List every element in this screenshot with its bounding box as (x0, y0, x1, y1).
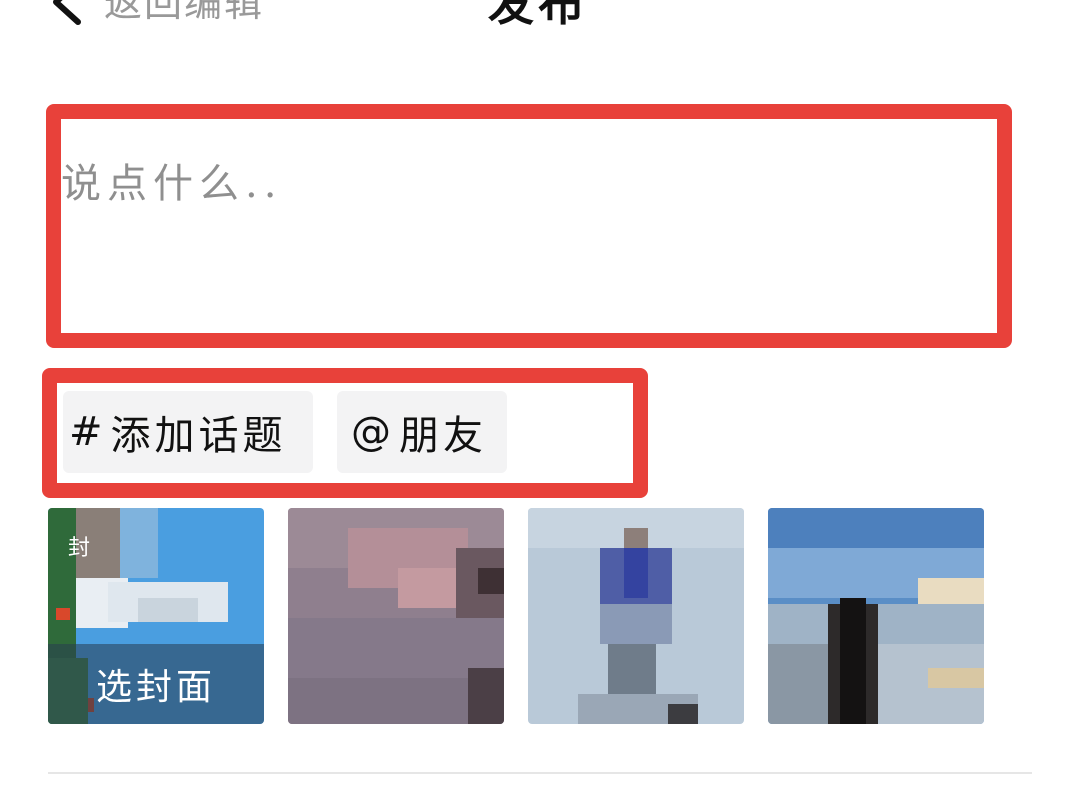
thumbnail-cover[interactable]: 封 选封面 (48, 508, 264, 724)
thumbnail[interactable] (768, 508, 984, 724)
post-text-placeholder: 说点什么.. (61, 161, 283, 207)
thumbnail-image (768, 508, 984, 724)
select-cover-label: 选封面 (95, 667, 216, 708)
page-title: 发布 (488, 0, 588, 31)
thumbnail-image (528, 508, 744, 724)
select-cover-button[interactable]: 选封面 (48, 644, 264, 724)
thumbnail-image (288, 508, 504, 724)
add-topic-chip[interactable]: # 添加话题 (63, 391, 313, 473)
post-text-highlight: 说点什么.. (46, 104, 1012, 348)
chevron-left-icon (53, 0, 81, 25)
mention-friend-label: 朋友 (399, 413, 487, 459)
back-label: 返回编辑 (104, 0, 265, 25)
post-text-input[interactable]: 说点什么.. (61, 119, 997, 333)
back-to-edit-button[interactable]: 返回编辑 (48, 0, 264, 28)
cover-tag: 封 (68, 536, 91, 561)
mention-friend-chip[interactable]: @ 朋友 (337, 391, 507, 473)
thumbnail[interactable] (528, 508, 744, 724)
thumbnail[interactable] (288, 508, 504, 724)
add-topic-label: 添加话题 (110, 413, 287, 459)
hash-icon: # (69, 409, 107, 455)
media-thumbnails: 封 选封面 (48, 508, 988, 728)
divider (48, 772, 1032, 774)
at-icon: @ (351, 409, 395, 455)
top-bar: 返回编辑 发布 (0, 0, 1080, 40)
chips-highlight: # 添加话题 @ 朋友 (42, 368, 648, 498)
